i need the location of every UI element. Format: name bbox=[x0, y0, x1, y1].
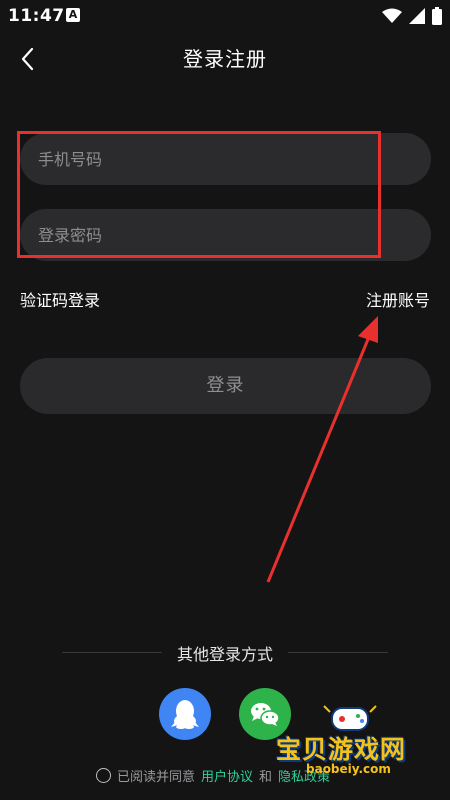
watermark-domain: baobeiy.com bbox=[306, 762, 391, 776]
notification-icon: A bbox=[66, 8, 80, 22]
cellular-signal-icon bbox=[409, 8, 425, 24]
system-icons bbox=[382, 6, 442, 26]
login-button[interactable]: 登录 bbox=[20, 358, 431, 414]
page-title: 登录注册 bbox=[183, 47, 267, 71]
password-field bbox=[20, 209, 431, 261]
battery-icon bbox=[432, 7, 442, 25]
phone-input[interactable] bbox=[20, 133, 431, 185]
qq-login-button[interactable] bbox=[159, 688, 211, 740]
status-time: 11:47 bbox=[8, 6, 65, 26]
site-watermark: 宝贝游戏网 baobeiy.com bbox=[270, 700, 440, 790]
register-link[interactable]: 注册账号 bbox=[366, 287, 430, 311]
sms-login-link[interactable]: 验证码登录 bbox=[20, 287, 100, 311]
watermark-text: 宝贝游戏网 bbox=[276, 735, 407, 764]
agreement-prefix: 已阅读并同意 bbox=[117, 770, 196, 785]
qq-penguin-icon bbox=[171, 700, 199, 729]
other-login-heading: 其他登录方式 bbox=[0, 641, 450, 665]
agree-checkbox[interactable] bbox=[96, 768, 111, 783]
other-login-heading-text: 其他登录方式 bbox=[164, 645, 285, 664]
login-screen: 11:47 A 登录注册 验证码登录 注册账号 登录 bbox=[0, 0, 450, 800]
status-bar: 11:47 A bbox=[0, 0, 450, 34]
wifi-icon bbox=[382, 8, 402, 23]
phone-field bbox=[20, 133, 431, 185]
password-input[interactable] bbox=[20, 209, 431, 261]
user-agreement-link[interactable]: 用户协议 bbox=[201, 766, 253, 785]
